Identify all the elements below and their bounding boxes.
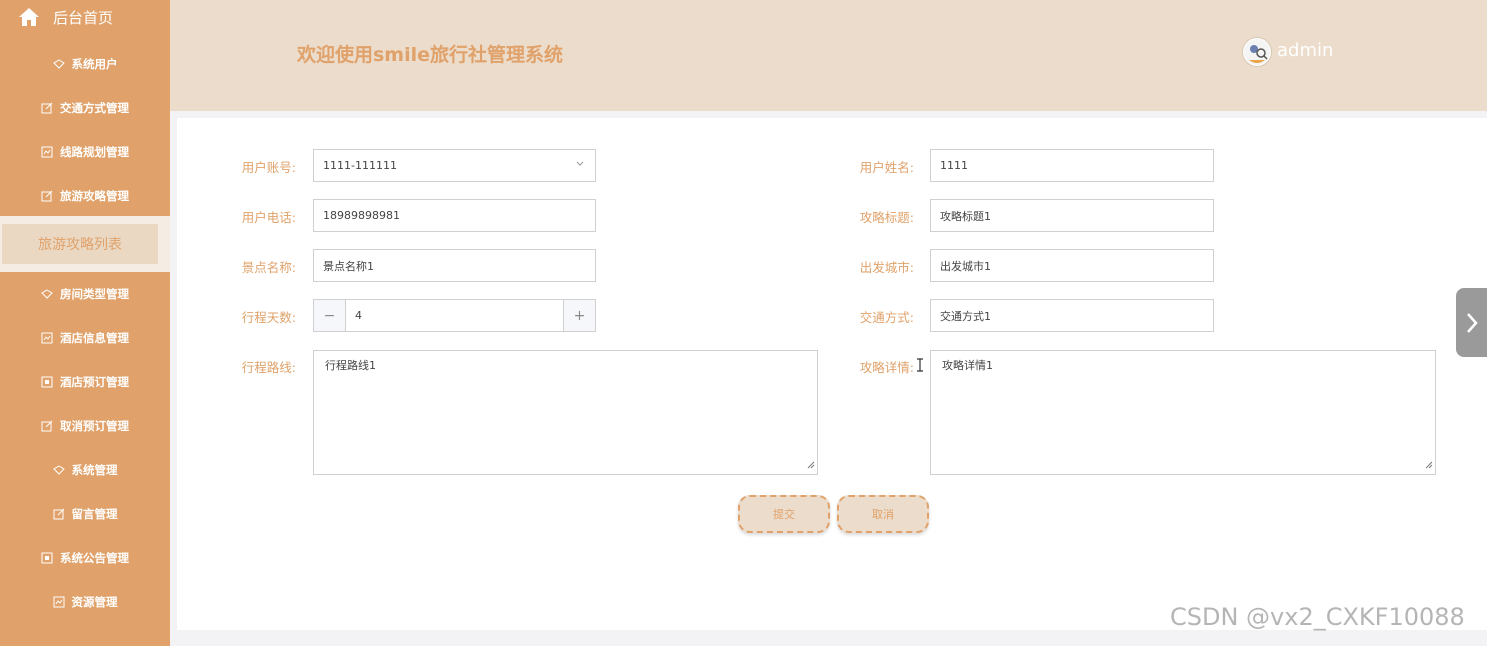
sidebar-item-label: 留言管理 (71, 507, 118, 521)
sidebar-home-label: 后台首页 (53, 9, 114, 27)
route-value: 行程路线1 (325, 359, 376, 372)
box-icon (41, 552, 53, 564)
sidebar-item-transport[interactable]: 交通方式管理 (0, 95, 170, 121)
cancel-button[interactable]: 取消 (837, 495, 929, 533)
scenic-name-value: 景点名称1 (323, 259, 374, 273)
edit-icon (53, 508, 65, 520)
scenic-name-field[interactable]: 景点名称1 (313, 249, 596, 282)
sidebar-item-label: 系统管理 (71, 463, 118, 477)
trip-days-label: 行程天数: (241, 310, 296, 325)
details-label: 攻略详情: (859, 360, 914, 375)
sidebar-item-label: 取消预订管理 (60, 419, 129, 433)
sidebar-item-label: 线路规划管理 (60, 145, 129, 159)
user-name-value: 1111 (940, 159, 968, 172)
increment-button[interactable]: + (563, 300, 595, 331)
box-icon (41, 376, 53, 388)
header: 欢迎使用smile旅行社管理系统 admin (170, 0, 1487, 111)
transport-field[interactable]: 交通方式1 (930, 299, 1214, 332)
chevron-down-icon (575, 159, 585, 172)
user-phone-field[interactable]: 18989898981 (313, 199, 596, 232)
sidebar-item-label: 酒店预订管理 (60, 375, 129, 389)
sidebar-item-label: 交通方式管理 (60, 101, 129, 115)
resize-handle-icon[interactable] (807, 459, 815, 472)
edit-icon (41, 420, 53, 432)
trip-days-value[interactable]: 4 (346, 309, 595, 322)
sidebar-item-hotel-info[interactable]: 酒店信息管理 (0, 325, 170, 351)
departure-city-value: 出发城市1 (940, 259, 991, 273)
username[interactable]: admin (1277, 40, 1333, 61)
sidebar-item-system-management[interactable]: 系统管理 (0, 457, 170, 483)
sidebar-item-announcements[interactable]: 系统公告管理 (0, 545, 170, 571)
chart-icon (41, 146, 53, 158)
sidebar-item-messages[interactable]: 留言管理 (0, 501, 170, 527)
route-textarea[interactable]: 行程路线1 (313, 350, 818, 475)
sidebar-item-label: 系统用户 (71, 57, 118, 71)
sidebar: 后台首页 系统用户 交通方式管理 线路规划管理 旅游攻略管理 旅游攻略列表 房间… (0, 0, 170, 646)
watermark: CSDN @vx2_CXKF10088 (1170, 603, 1465, 631)
submit-button[interactable]: 提交 (738, 495, 830, 533)
details-value: 攻略详情1 (942, 359, 993, 372)
departure-city-label: 出发城市: (859, 260, 914, 275)
chart-icon (53, 596, 65, 608)
user-name-field[interactable]: 1111 (930, 149, 1214, 182)
transport-value: 交通方式1 (940, 309, 991, 323)
avatar[interactable] (1242, 37, 1272, 67)
sidebar-item-room-types[interactable]: 房间类型管理 (0, 281, 170, 307)
sidebar-item-label: 资源管理 (71, 595, 118, 609)
route-label: 行程路线: (241, 360, 296, 375)
edit-icon (41, 102, 53, 114)
user-phone-value: 18989898981 (323, 209, 400, 222)
resize-handle-icon[interactable] (1425, 459, 1433, 472)
details-textarea[interactable]: 攻略详情1 (930, 350, 1436, 475)
diamond-icon (52, 58, 65, 70)
diamond-icon (41, 288, 53, 300)
sidebar-item-label: 房间类型管理 (60, 287, 129, 301)
sidebar-item-resources[interactable]: 资源管理 (0, 589, 170, 615)
sidebar-item-label: 旅游攻略管理 (60, 189, 129, 203)
scenic-name-label: 景点名称: (241, 260, 296, 275)
chart-icon (41, 332, 53, 344)
sidebar-home[interactable]: 后台首页 (0, 0, 170, 36)
user-account-label: 用户账号: (241, 160, 296, 175)
user-account-value: 1111-111111 (323, 159, 397, 172)
trip-days-stepper[interactable]: − 4 + (313, 299, 596, 332)
sidebar-item-hotel-booking[interactable]: 酒店预订管理 (0, 369, 170, 395)
text-cursor-icon (916, 357, 924, 376)
diamond-icon (52, 464, 65, 476)
guide-title-label: 攻略标题: (859, 210, 914, 225)
user-name-label: 用户姓名: (859, 160, 914, 175)
user-phone-label: 用户电话: (241, 210, 296, 225)
decrement-button[interactable]: − (314, 300, 346, 331)
sidebar-item-label: 系统公告管理 (60, 551, 129, 565)
sidebar-item-travel-guide-list[interactable]: 旅游攻略列表 (2, 224, 158, 264)
departure-city-field[interactable]: 出发城市1 (930, 249, 1214, 282)
sidebar-item-label: 酒店信息管理 (60, 331, 129, 345)
guide-title-value: 攻略标题1 (940, 209, 991, 223)
sidebar-item-cancel-booking[interactable]: 取消预订管理 (0, 413, 170, 439)
home-icon (18, 7, 40, 31)
edit-icon (41, 190, 53, 202)
guide-title-field[interactable]: 攻略标题1 (930, 199, 1214, 232)
chevron-right-icon (1466, 312, 1478, 333)
sidebar-item-routes[interactable]: 线路规划管理 (0, 139, 170, 165)
page-title: 欢迎使用smile旅行社管理系统 (297, 44, 564, 66)
sidebar-submenu: 旅游攻略列表 (0, 216, 170, 272)
user-account-select[interactable]: 1111-111111 (313, 149, 596, 182)
next-page-tab[interactable] (1456, 288, 1487, 357)
sidebar-item-travel-guides[interactable]: 旅游攻略管理 (0, 183, 170, 209)
sidebar-item-system-users[interactable]: 系统用户 (0, 51, 170, 77)
transport-label: 交通方式: (859, 310, 914, 325)
